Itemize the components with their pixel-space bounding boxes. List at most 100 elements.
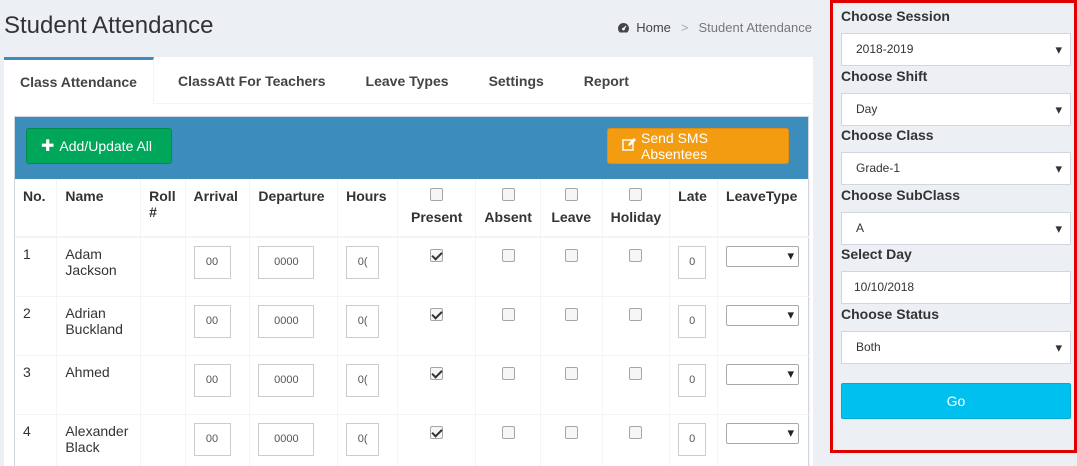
page-title: Student Attendance bbox=[4, 12, 214, 39]
departure-cell: 0000 bbox=[249, 354, 339, 414]
row-roll bbox=[140, 354, 186, 414]
leavetype-select[interactable] bbox=[726, 422, 800, 444]
departure-input[interactable]: 0000 bbox=[258, 422, 315, 456]
hours-input[interactable]: 0( bbox=[346, 246, 380, 279]
select-all-absent-checkbox[interactable] bbox=[501, 188, 515, 201]
row-name: Adrian Buckland bbox=[56, 295, 142, 355]
leavetype-cell bbox=[717, 295, 810, 355]
day-label: Select Day bbox=[841, 246, 912, 262]
col-hours: Hours bbox=[337, 179, 398, 238]
select-all-holiday-checkbox[interactable] bbox=[629, 188, 643, 201]
late-input[interactable]: 0 bbox=[678, 363, 707, 397]
class-select[interactable]: Grade-1 bbox=[841, 152, 1071, 185]
leave-checkbox[interactable] bbox=[564, 307, 578, 321]
col-no: No. bbox=[15, 179, 58, 238]
leavetype-cell bbox=[717, 236, 810, 296]
late-input[interactable]: 0 bbox=[678, 304, 707, 338]
holiday-cell bbox=[602, 295, 671, 355]
holiday-cell bbox=[602, 354, 671, 414]
departure-input[interactable]: 0000 bbox=[258, 304, 315, 338]
row-no: 1 bbox=[15, 236, 58, 296]
add-update-all-button[interactable]: ✚ Add/Update All bbox=[26, 128, 172, 164]
table-row: 2 Adrian Buckland 00 0000 0(0 bbox=[15, 295, 810, 355]
leavetype-select[interactable] bbox=[726, 304, 800, 326]
tab-report[interactable]: Report bbox=[568, 57, 645, 104]
holiday-checkbox[interactable] bbox=[629, 425, 643, 439]
status-select[interactable]: Both bbox=[841, 331, 1071, 364]
arrival-input[interactable]: 00 bbox=[193, 422, 231, 456]
present-checkbox[interactable] bbox=[430, 425, 444, 439]
col-name: Name bbox=[56, 179, 142, 238]
arrival-input[interactable]: 00 bbox=[193, 304, 231, 338]
leave-checkbox[interactable] bbox=[564, 366, 578, 380]
holiday-checkbox[interactable] bbox=[629, 249, 643, 262]
tab-class-attendance[interactable]: Class Attendance bbox=[4, 57, 154, 104]
absent-checkbox[interactable] bbox=[501, 307, 515, 321]
late-input[interactable]: 0 bbox=[678, 246, 707, 279]
breadcrumb: Home > Student Attendance bbox=[617, 20, 812, 35]
holiday-cell bbox=[602, 413, 671, 466]
present-cell bbox=[397, 236, 477, 296]
dashboard-icon bbox=[617, 22, 630, 34]
late-input[interactable]: 0 bbox=[678, 422, 707, 456]
present-cell bbox=[397, 295, 477, 355]
row-roll bbox=[140, 413, 186, 466]
leave-cell bbox=[540, 236, 603, 296]
row-roll bbox=[140, 236, 186, 296]
plus-icon: ✚ bbox=[41, 138, 55, 155]
col-leave: Leave bbox=[540, 179, 603, 238]
late-cell: 0 bbox=[669, 354, 719, 414]
present-checkbox[interactable] bbox=[430, 307, 444, 321]
tab-settings[interactable]: Settings bbox=[473, 57, 560, 104]
absent-cell bbox=[475, 354, 541, 414]
leavetype-select[interactable] bbox=[726, 246, 800, 267]
add-update-all-label: Add/Update All bbox=[59, 138, 153, 154]
leavetype-cell bbox=[717, 354, 810, 414]
leave-checkbox[interactable] bbox=[564, 425, 578, 439]
hours-cell: 0( bbox=[337, 295, 398, 355]
row-no: 3 bbox=[15, 354, 58, 414]
present-checkbox[interactable] bbox=[430, 249, 444, 262]
table-row: 3 Ahmed 00 0000 0(0 bbox=[15, 354, 810, 414]
hours-input[interactable]: 0( bbox=[346, 363, 380, 397]
send-sms-absentees-button[interactable]: Send SMS Absentees bbox=[607, 128, 789, 164]
arrival-input[interactable]: 00 bbox=[193, 363, 231, 397]
table-row: 1 Adam Jackson 00 0000 0(0 bbox=[15, 236, 810, 296]
holiday-checkbox[interactable] bbox=[629, 307, 643, 321]
session-select[interactable]: 2018-2019 bbox=[841, 33, 1071, 66]
hours-cell: 0( bbox=[337, 413, 398, 466]
col-present-label: Present bbox=[411, 209, 463, 225]
breadcrumb-home[interactable]: Home bbox=[636, 20, 671, 35]
select-all-leave-checkbox[interactable] bbox=[564, 188, 578, 201]
arrival-input[interactable]: 00 bbox=[193, 246, 231, 279]
departure-cell: 0000 bbox=[249, 236, 339, 296]
leave-checkbox[interactable] bbox=[564, 249, 578, 262]
class-label: Choose Class bbox=[841, 127, 934, 143]
hours-cell: 0( bbox=[337, 354, 398, 414]
absent-checkbox[interactable] bbox=[501, 249, 515, 262]
col-roll-label: Roll # bbox=[149, 188, 176, 220]
go-button[interactable]: Go bbox=[841, 383, 1071, 419]
tab-leave-types[interactable]: Leave Types bbox=[350, 57, 465, 104]
hours-input[interactable]: 0( bbox=[346, 422, 380, 456]
arrival-cell: 00 bbox=[185, 413, 251, 466]
subclass-select[interactable]: A bbox=[841, 212, 1071, 245]
col-roll: Roll # bbox=[140, 179, 186, 238]
late-cell: 0 bbox=[669, 413, 719, 466]
leavetype-select[interactable] bbox=[726, 363, 800, 385]
day-input[interactable]: 10/10/2018 bbox=[841, 271, 1071, 304]
edit-icon bbox=[622, 138, 636, 154]
departure-input[interactable]: 0000 bbox=[258, 246, 315, 279]
hours-input[interactable]: 0( bbox=[346, 304, 380, 338]
departure-cell: 0000 bbox=[249, 413, 339, 466]
present-checkbox[interactable] bbox=[430, 366, 444, 380]
tab-classatt-for-teachers[interactable]: ClassAtt For Teachers bbox=[162, 57, 342, 104]
departure-input[interactable]: 0000 bbox=[258, 363, 315, 397]
table-row: 4 Alexander Black 00 0000 0(0 bbox=[15, 413, 810, 466]
row-name: Alexander Black bbox=[56, 413, 142, 466]
absent-checkbox[interactable] bbox=[501, 366, 515, 380]
select-all-present-checkbox[interactable] bbox=[430, 188, 444, 201]
holiday-checkbox[interactable] bbox=[629, 366, 643, 380]
shift-select[interactable]: Day bbox=[841, 93, 1071, 126]
absent-checkbox[interactable] bbox=[501, 425, 515, 439]
